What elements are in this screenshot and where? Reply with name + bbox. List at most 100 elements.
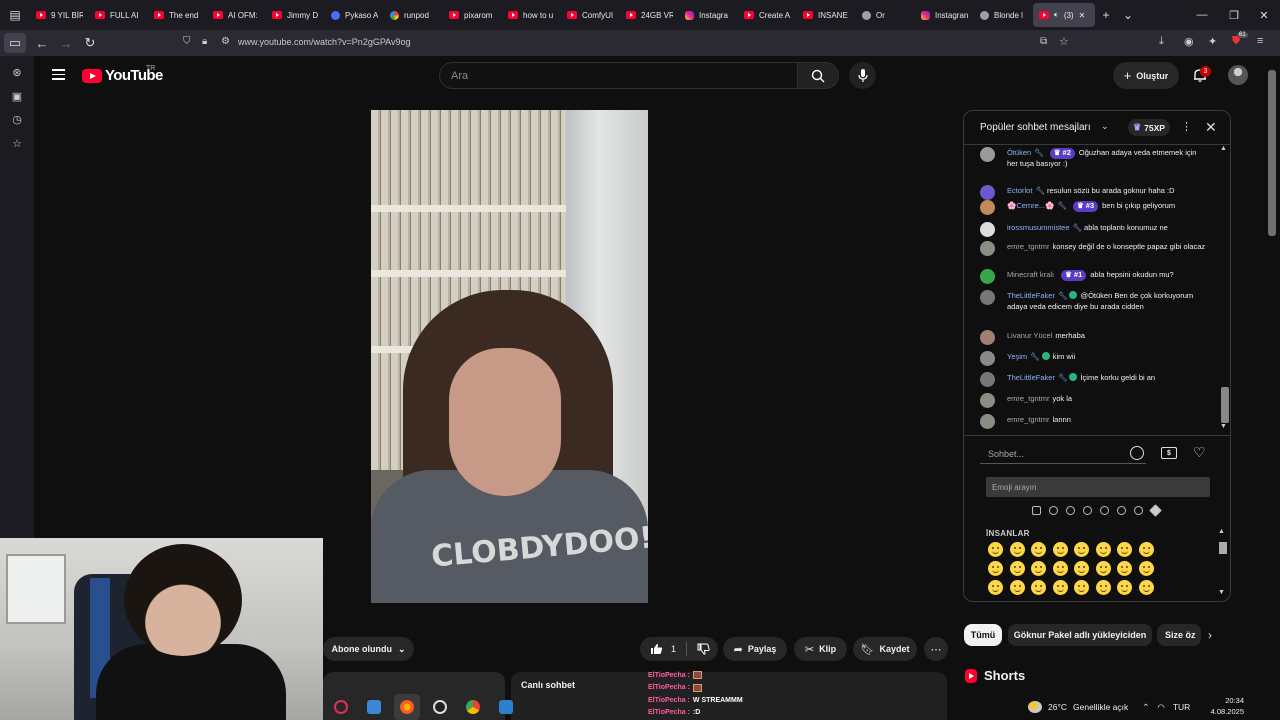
search-input[interactable]: Ara (439, 62, 798, 89)
weather-icon[interactable] (1028, 701, 1042, 713)
browser-tab[interactable]: 🔈︎ (3) ✕ (1033, 3, 1095, 27)
chip-all[interactable]: Tümü (964, 624, 1002, 646)
browser-tab[interactable]: Blonde l (974, 3, 1033, 27)
emoji-category-icon[interactable] (1083, 506, 1092, 515)
emoji-face-icon[interactable] (1095, 580, 1111, 595)
chat-author[interactable]: TheLittleFaker (1007, 373, 1055, 382)
emoji-face-icon[interactable] (1117, 542, 1132, 557)
downloads-icon[interactable]: ⤓ (1159, 35, 1164, 48)
chat-author[interactable]: TheLittleFaker (1007, 291, 1055, 300)
emoji-category-icon[interactable] (1032, 506, 1041, 515)
chip-from-uploader[interactable]: Göknur Pakel adlı yükleyiciden (1008, 624, 1152, 646)
permissions-icon[interactable]: ⚙ (221, 36, 230, 47)
picture-in-picture-icon[interactable]: ⧉ (1040, 36, 1047, 47)
emoji-face-icon[interactable] (1095, 542, 1111, 557)
emoji-category-icon[interactable] (1149, 504, 1162, 517)
new-tab-button[interactable]: + (1095, 0, 1117, 30)
emoji-category-icon[interactable] (1100, 506, 1109, 515)
app-window-icon[interactable] (361, 694, 387, 720)
emoji-face-icon[interactable] (1031, 561, 1046, 576)
search-button[interactable] (797, 62, 839, 89)
page-scrollbar-thumb[interactable] (1268, 70, 1276, 236)
browser-tab[interactable]: FULL AI (89, 3, 148, 27)
hamburger-menu-icon[interactable] (52, 69, 65, 80)
avatar[interactable] (980, 290, 995, 305)
emoji-face-icon[interactable] (1074, 542, 1089, 557)
browser-tab[interactable]: Instagra (679, 3, 738, 27)
chat-author[interactable]: irossmusummistee (1007, 223, 1070, 232)
ai-chat-icon[interactable]: ⊛ (10, 65, 24, 79)
scroll-down-icon[interactable]: ▼ (1220, 423, 1227, 430)
minimize-button[interactable]: — (1186, 0, 1218, 30)
browser-tab[interactable]: The end (148, 3, 207, 27)
lock-icon[interactable]: 🔒︎ (202, 36, 207, 47)
chat-author[interactable]: Livanur Yücel (1007, 331, 1052, 340)
browser-tab[interactable]: AI OFM: (207, 3, 266, 27)
emoji-face-icon[interactable] (1009, 542, 1025, 557)
browser-tab[interactable]: Jimmy D (266, 3, 325, 27)
sidebar-toggle-icon[interactable]: ▭ (4, 33, 26, 53)
app-window-icon[interactable] (493, 694, 519, 720)
xp-badge[interactable]: ♛ 75XP (1128, 119, 1170, 136)
avatar[interactable] (980, 351, 995, 366)
tab-audio-icon[interactable]: 🔈︎ (1054, 10, 1059, 20)
emoji-face-icon[interactable] (1074, 561, 1089, 576)
emoji-face-icon[interactable] (1052, 580, 1068, 595)
chat-author[interactable]: emre_tgntmr (1007, 394, 1050, 403)
history-icon[interactable]: ◷ (10, 112, 24, 126)
tab-list-chevron-icon[interactable]: ⌄ (1117, 0, 1139, 30)
close-tab-icon[interactable]: ✕ (1079, 11, 1086, 20)
tab-overview-icon[interactable]: ▤ (0, 0, 30, 30)
emoji-face-icon[interactable] (1095, 561, 1111, 576)
emoji-face-icon[interactable] (1052, 561, 1068, 576)
browser-tab[interactable]: how to u (502, 3, 561, 27)
subscribed-button[interactable]: Abone olundu ⌄ (323, 637, 414, 661)
super-chat-icon[interactable]: $ (1161, 447, 1177, 459)
emoji-scrollbar-thumb[interactable] (1219, 542, 1227, 554)
avatar[interactable] (980, 200, 995, 215)
forward-button[interactable]: → (54, 31, 78, 55)
avatar[interactable] (980, 241, 995, 256)
emoji-face-icon[interactable] (1138, 561, 1154, 576)
chat-more-icon[interactable]: ⋮ (1181, 120, 1192, 133)
chat-scrollbar-thumb[interactable] (1221, 387, 1229, 423)
close-window-button[interactable]: ✕ (1248, 0, 1280, 30)
chat-author[interactable]: Ötüken (1007, 148, 1031, 157)
scroll-up-icon[interactable]: ▲ (1218, 528, 1225, 535)
tray-chevron-up-icon[interactable]: ⌃ (1142, 702, 1149, 713)
emoji-category-icon[interactable] (1049, 506, 1058, 515)
bookmarks-star-icon[interactable]: ☆ (10, 136, 24, 150)
emoji-face-icon[interactable] (1009, 580, 1025, 595)
emoji-face-icon[interactable] (1009, 561, 1025, 576)
back-button[interactable]: ← (30, 31, 54, 55)
obs-icon[interactable] (427, 694, 453, 720)
menu-icon[interactable]: ≡ (1257, 35, 1263, 47)
chat-author[interactable]: Yeşim (1007, 352, 1027, 361)
avatar[interactable] (980, 222, 995, 237)
firefox-icon[interactable] (394, 694, 420, 720)
chat-author[interactable]: 🌸Cemre...🌸 (1007, 201, 1054, 210)
browser-tab[interactable]: Or (856, 3, 915, 27)
browser-tab[interactable]: pixarom (443, 3, 502, 27)
emoji-search-input[interactable]: Emoji arayın (986, 477, 1210, 497)
avatar[interactable] (980, 269, 995, 284)
emoji-face-icon[interactable] (1117, 580, 1132, 595)
browser-tab[interactable]: 24GB VR (620, 3, 679, 27)
chat-author[interactable]: emre_tgntmr (1007, 242, 1050, 251)
scroll-up-icon[interactable]: ▲ (1220, 145, 1227, 152)
emoji-picker-icon[interactable] (1130, 446, 1144, 460)
account-icon[interactable]: ◉ (1184, 35, 1194, 48)
share-button[interactable]: ➦ Paylaş (723, 637, 787, 661)
emoji-face-icon[interactable] (988, 561, 1003, 576)
opera-gx-icon[interactable] (328, 694, 354, 720)
emoji-face-icon[interactable] (988, 542, 1003, 557)
wifi-icon[interactable]: ◠ (1157, 702, 1164, 713)
avatar[interactable] (980, 414, 995, 429)
chat-author[interactable]: emre_tgntmr (1007, 415, 1050, 424)
input-language[interactable]: TUR (1173, 702, 1190, 712)
chip-for-you[interactable]: Size öz (1157, 624, 1201, 646)
emoji-face-icon[interactable] (988, 580, 1003, 595)
save-button[interactable]: 🔖︎ Kaydet (853, 637, 917, 661)
chevron-right-icon[interactable]: › (1208, 628, 1212, 642)
taskbar-clock[interactable]: 20:34 4.08.2025 (1200, 695, 1244, 717)
